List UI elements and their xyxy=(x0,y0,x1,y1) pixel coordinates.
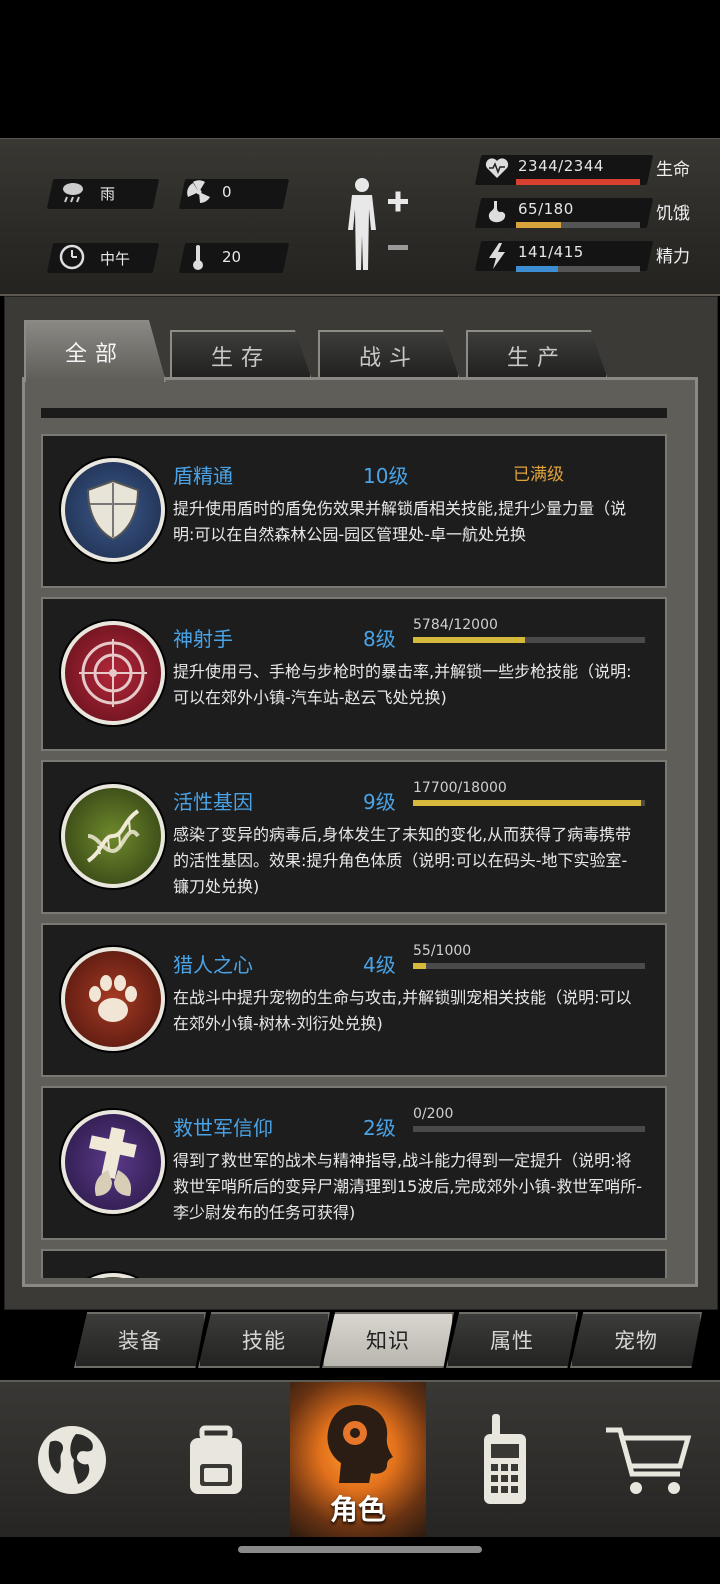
skill-name: 救世军信仰 xyxy=(173,1116,273,1140)
temperature-value: 20 xyxy=(222,248,242,266)
skill-card[interactable]: 活性基因 9级 17700/18000 感染了变异的病毒后,身体发生了未知的变化… xyxy=(41,760,667,914)
skill-description: 提升使用弓、手枪与步枪时的暴击率,并解锁一些步枪技能（说明:可以在郊外小镇-汽车… xyxy=(173,662,632,707)
nav-radio[interactable] xyxy=(432,1382,576,1537)
tab-survival[interactable]: 生存 xyxy=(170,330,312,380)
hunger-value: 65/180 xyxy=(518,200,574,218)
skill-name: 活性基因 xyxy=(173,790,253,814)
subnav-knowledge[interactable]: 知识 xyxy=(322,1312,454,1368)
thermometer-icon xyxy=(193,245,203,270)
crosshair-icon xyxy=(61,621,165,725)
nav-character[interactable]: 角色 xyxy=(290,1382,426,1537)
skill-progress-fill xyxy=(413,963,426,969)
clock-icon xyxy=(59,244,85,270)
nav-map[interactable] xyxy=(0,1382,144,1537)
dna-icon xyxy=(61,784,165,888)
time-value: 中午 xyxy=(100,250,131,268)
nav-inventory[interactable] xyxy=(144,1382,288,1537)
skill-name: 猎人之心 xyxy=(173,953,253,977)
max-level-badge: 已满级 xyxy=(513,465,564,485)
backpack-icon xyxy=(190,1425,242,1494)
paw-icon xyxy=(61,947,165,1051)
skill-card-partial[interactable] xyxy=(41,1249,667,1278)
radiation-icon xyxy=(187,180,210,204)
character-head-icon xyxy=(327,1404,393,1483)
bottom-nav: 角色 xyxy=(0,1380,720,1537)
skill-level: 4级 xyxy=(363,953,396,977)
energy-bar-fill xyxy=(516,266,559,272)
weather-value: 雨 xyxy=(100,185,116,203)
skill-card[interactable]: 神射手 8级 5784/12000 提升使用弓、手枪与步枪时的暴击率,并解锁一些… xyxy=(41,597,667,751)
skill-description: 感染了变异的病毒后,身体发生了未知的变化,从而获得了病毒携带的活性基因。效果:提… xyxy=(173,825,632,896)
skill-list[interactable]: 盾精通 10级 已满级 提升使用盾时的盾免伤效果并解锁盾相关技能,提升少量力量（… xyxy=(41,408,667,1278)
energy-icon xyxy=(489,243,505,269)
skill-description: 提升使用盾时的盾免伤效果并解锁盾相关技能,提升少量力量（说明:可以在自然森林公园… xyxy=(173,499,627,544)
skill-description: 在战斗中提升宠物的生命与攻击,并解锁驯宠相关技能（说明:可以在郊外小镇-树林-刘… xyxy=(173,988,632,1033)
subnav-equipment[interactable]: 装备 xyxy=(74,1312,206,1368)
list-divider xyxy=(41,408,667,418)
shield-icon xyxy=(61,458,165,562)
shopping-cart-icon xyxy=(606,1427,692,1494)
skill-progress-fill xyxy=(413,637,525,643)
skill-progress-bar xyxy=(413,963,645,969)
nav-shop[interactable] xyxy=(576,1382,720,1537)
hp-bar-fill xyxy=(516,179,640,185)
skill-card[interactable]: 猎人之心 4级 55/1000 在战斗中提升宠物的生命与攻击,并解锁驯宠相关技能… xyxy=(41,923,667,1077)
heart-icon xyxy=(485,158,509,178)
tab-production[interactable]: 生产 xyxy=(466,330,608,380)
hp-bar xyxy=(516,179,640,185)
hunger-bar xyxy=(516,222,640,228)
skill-list-frame: 盾精通 10级 已满级 提升使用盾时的盾免伤效果并解锁盾相关技能,提升少量力量（… xyxy=(22,377,698,1287)
skill-name: 神射手 xyxy=(173,627,233,651)
skill-level: 8级 xyxy=(363,627,396,651)
skill-level: 2级 xyxy=(363,1116,396,1140)
subnav-skills[interactable]: 技能 xyxy=(198,1312,330,1368)
skill-progress-bar xyxy=(413,637,645,643)
skill-card[interactable]: 盾精通 10级 已满级 提升使用盾时的盾免伤效果并解锁盾相关技能,提升少量力量（… xyxy=(41,434,667,588)
skill-level: 9级 xyxy=(363,790,396,814)
tab-all[interactable]: 全部 xyxy=(24,320,166,382)
skill-progress-text: 5784/12000 xyxy=(413,617,498,633)
skill-progress-bar xyxy=(413,1126,645,1132)
subnav-attributes[interactable]: 属性 xyxy=(446,1312,578,1368)
skill-progress-bar xyxy=(413,800,645,806)
rain-cloud-icon xyxy=(63,183,83,203)
hp-value: 2344/2344 xyxy=(518,157,604,175)
hunger-bar-fill xyxy=(516,222,561,228)
skill-level: 10级 xyxy=(363,464,409,488)
skill-progress-fill xyxy=(413,800,642,806)
hp-label: 生命 xyxy=(656,160,690,180)
status-panel: 雨 0 中午 20 2344/2344 生命 65/180 饥饿 141/415… xyxy=(0,138,720,296)
body-status-icon[interactable] xyxy=(340,175,420,275)
skill-name: 盾精通 xyxy=(173,464,233,488)
skill-progress-text: 0/200 xyxy=(413,1106,454,1122)
energy-value: 141/415 xyxy=(518,243,584,261)
hunger-label: 饥饿 xyxy=(656,204,690,224)
skill-description: 得到了救世军的战术与精神指导,战斗能力得到一定提升（说明:将救世军哨所后的变异尸… xyxy=(173,1151,642,1222)
skill-progress-text: 17700/18000 xyxy=(413,780,507,796)
skill-card[interactable]: 救世军信仰 2级 0/200 得到了救世军的战术与精神指导,战斗能力得到一定提升… xyxy=(41,1086,667,1240)
globe-icon xyxy=(38,1425,106,1494)
nav-character-label: 角色 xyxy=(329,1493,386,1526)
stomach-icon xyxy=(488,201,506,223)
cross-icon xyxy=(61,1110,165,1214)
walkie-talkie-icon xyxy=(484,1413,526,1504)
subnav-pets[interactable]: 宠物 xyxy=(570,1312,702,1368)
skill-icon xyxy=(61,1273,165,1278)
radiation-value: 0 xyxy=(222,183,232,201)
skill-progress-text: 55/1000 xyxy=(413,943,472,959)
energy-label: 精力 xyxy=(656,247,690,267)
energy-bar xyxy=(516,266,640,272)
tab-combat[interactable]: 战斗 xyxy=(318,330,460,380)
home-indicator[interactable] xyxy=(238,1546,482,1553)
